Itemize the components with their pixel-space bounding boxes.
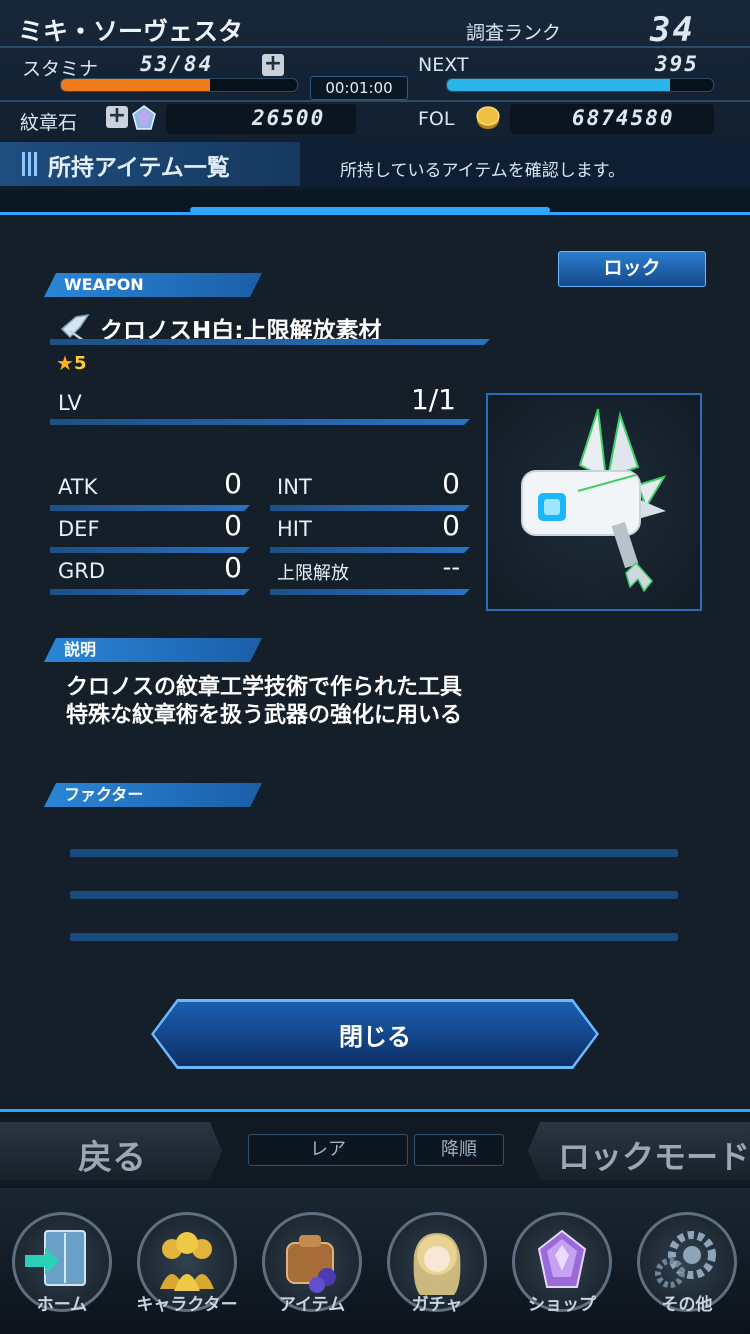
next-exp-bar [446,78,714,92]
close-button-label: 閉じる [339,1022,411,1051]
screen-title: 所持アイテム一覧 [48,155,230,181]
lv-value: 1/1 [410,383,456,416]
atk-label: ATK [58,475,98,499]
nav-item-label: アイテム [278,1295,346,1315]
stamina-timer: 00:01:00 [310,76,408,100]
status-header: ミキ・ソーヴェスタ 調査ランク 34 スタミナ 53/84 + 00:01:00… [0,0,750,190]
next-value: 395 [655,52,699,76]
factor-slot-1 [70,849,678,857]
stamina-plus-button[interactable]: + [262,53,284,76]
player-name: ミキ・ソーヴェスタ [18,17,244,46]
int-value: 0 [442,467,460,500]
back-button[interactable]: 戻る [0,1122,222,1180]
grd-value: 0 [224,551,242,584]
description-line-2: 特殊な紋章術を扱う武器の強化に用いる [66,703,463,728]
nav-home-label: ホーム [36,1295,88,1315]
stamina-bar [60,78,298,92]
stamina-bar-fill [61,79,210,91]
description-tag: 説明 [44,638,262,662]
factor-slot-3 [70,933,678,941]
sort-rarity-button[interactable]: レア [248,1134,408,1166]
rank-label: 調査ランク [466,22,562,44]
next-label: NEXT [418,54,469,76]
def-value: 0 [224,509,242,542]
crest-stone-icon [130,104,158,132]
fol-coin-icon [474,104,502,132]
crest-label: 紋章石 [20,112,78,134]
header-divider-top [0,46,750,48]
nav-gacha-label: ガチャ [411,1295,463,1315]
screen-subtitle: 所持しているアイテムを確認します。 [340,161,626,181]
next-exp-bar-fill [447,79,671,91]
atk-value: 0 [224,467,242,500]
crest-value: 26500 [252,106,326,130]
item-image-frame [486,393,702,611]
int-label: INT [277,475,312,499]
item-detail-panel: WEAPON ロック クロノスH白:上限解放素材 ★ 5 LV 1/1 ATK … [0,207,750,1112]
rarity-star-icon: ★ [56,351,74,375]
nav-other-label: その他 [661,1295,713,1315]
rarity-value: 5 [73,352,87,374]
rank-value: 34 [650,10,695,50]
fol-value: 6874580 [572,106,675,130]
factor-tag: ファクター [44,783,262,807]
lock-mode-button[interactable]: ロックモード [528,1122,750,1180]
fol-label: FOL [418,108,455,130]
back-button-label: 戻る [78,1138,146,1178]
item-image-icon [521,408,667,593]
def-label: DEF [58,517,100,541]
item-name-underline [50,339,490,345]
limit-break-underline [270,589,470,595]
grd-label: GRD [58,559,106,583]
lv-underline [50,419,470,425]
limit-break-value: -- [442,553,460,581]
crest-plus-button[interactable]: + [106,105,128,128]
title-stripes-icon [22,152,38,176]
nav-shop-label: ショップ [528,1295,596,1315]
weapon-category-tag: WEAPON [44,273,262,297]
rarity-badge: ★ 5 [56,351,96,375]
close-button[interactable]: 閉じる [154,1002,596,1066]
lv-label: LV [58,391,82,415]
header-divider-mid [0,100,750,102]
stamina-label: スタミナ [22,58,99,80]
panel-top-glow [190,207,550,213]
nav-character-label: キャラクター [136,1295,238,1315]
weapon-type-icon [58,309,92,343]
lock-mode-button-label: ロックモード [558,1138,750,1176]
lock-button[interactable]: ロック [558,251,706,287]
hit-value: 0 [442,509,460,542]
factor-slot-2 [70,891,678,899]
grd-underline [50,589,250,595]
hit-label: HIT [277,517,312,541]
sort-order-button[interactable]: 降順 [414,1134,504,1166]
stamina-value: 53/84 [140,52,214,76]
limit-break-label: 上限解放 [277,563,349,584]
